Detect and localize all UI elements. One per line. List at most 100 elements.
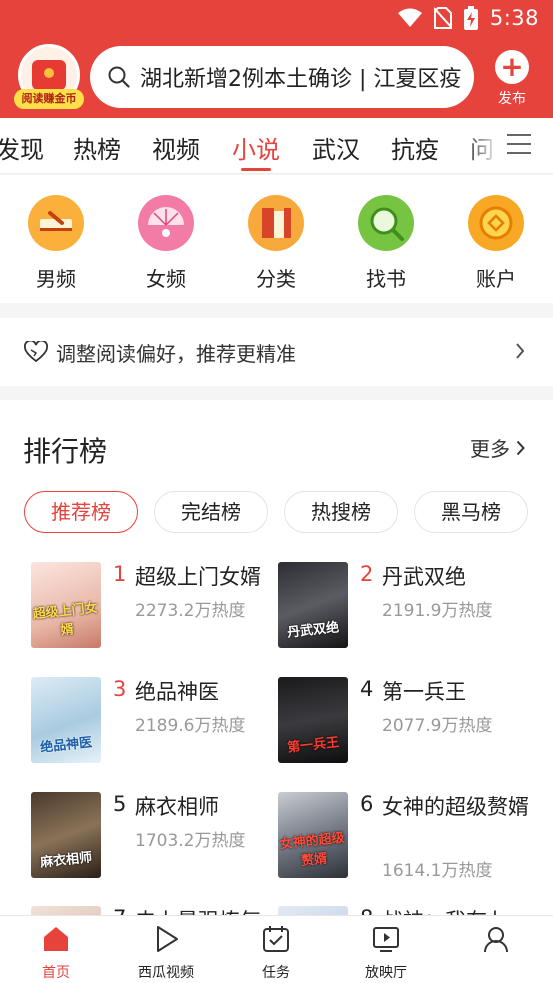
book-item[interactable]: 绝品神医 3 绝品神医 2189.6万热度 bbox=[31, 677, 281, 777]
book-cover: 丹武双绝 bbox=[278, 562, 348, 648]
rank-number: 3 bbox=[113, 677, 127, 701]
nav-label: 任务 bbox=[262, 965, 290, 981]
book-title: 丹武双绝 bbox=[382, 565, 466, 589]
female-channel-icon bbox=[138, 195, 194, 251]
book-item[interactable]: 超级上门女婿 1 超级上门女婿 2273.2万热度 bbox=[31, 562, 281, 662]
read-earn-coins-badge[interactable]: 阅读赚金币 bbox=[14, 44, 84, 110]
rank-number: 6 bbox=[360, 792, 374, 816]
book-heat: 1614.1万热度 bbox=[382, 861, 493, 881]
publish-label: 发布 bbox=[498, 91, 526, 107]
tab-discover[interactable]: 发现 bbox=[0, 130, 44, 165]
book-heat: 2191.9万热度 bbox=[382, 601, 493, 621]
book-item[interactable]: 女神的超级赘婿 6 女神的超级赘婿 1614.1万热度 bbox=[278, 792, 529, 902]
category-classify[interactable]: 分类 bbox=[246, 195, 306, 292]
book-cover: 超级上门女婿 bbox=[31, 562, 101, 648]
cover-title: 超级上门女婿 bbox=[32, 600, 99, 639]
rank-number: 5 bbox=[113, 792, 127, 816]
chevron-right-icon bbox=[516, 440, 525, 455]
nav-cinema[interactable]: 放映厅 bbox=[341, 924, 431, 982]
find-book-icon bbox=[358, 195, 414, 251]
channel-tabs: 发现 热榜 视频 小说 武汉 抗疫 问 bbox=[0, 118, 553, 174]
nav-profile[interactable] bbox=[451, 924, 541, 962]
tab-video[interactable]: 视频 bbox=[152, 130, 200, 165]
ranking-title: 排行榜 bbox=[23, 435, 108, 468]
book-title: 女神的超级赘婿 bbox=[382, 795, 529, 819]
novel-category-row: 男频 女频 分类 找书 账户 bbox=[0, 175, 553, 303]
more-label: 更多 bbox=[470, 437, 510, 461]
chevron-right-icon bbox=[516, 343, 525, 359]
pill-dark-horse[interactable]: 黑马榜 bbox=[414, 491, 528, 533]
ranking-more-link[interactable]: 更多 bbox=[470, 433, 525, 462]
pill-completed[interactable]: 完结榜 bbox=[154, 491, 268, 533]
nav-label: 放映厅 bbox=[365, 965, 407, 981]
cover-title: 绝品神医 bbox=[39, 735, 93, 756]
book-item[interactable]: 麻衣相师 5 麻衣相师 1703.2万热度 bbox=[31, 792, 281, 892]
active-tab-indicator bbox=[241, 168, 271, 171]
book-cover: 女神的超级赘婿 bbox=[278, 792, 348, 878]
publish-button[interactable]: + 发布 bbox=[488, 50, 536, 108]
coin-badge-label: 阅读赚金币 bbox=[14, 89, 84, 109]
book-title: 绝品神医 bbox=[135, 680, 219, 704]
pill-hot-search[interactable]: 热搜榜 bbox=[284, 491, 398, 533]
cover-title: 第一兵王 bbox=[286, 735, 340, 756]
nav-label: 西瓜视频 bbox=[138, 965, 194, 981]
rank-number: 1 bbox=[113, 562, 127, 586]
category-female[interactable]: 女频 bbox=[136, 195, 196, 292]
cover-title: 女神的超级赘婿 bbox=[279, 830, 346, 870]
profile-icon bbox=[484, 927, 508, 953]
nav-tasks[interactable]: 任务 bbox=[231, 924, 321, 982]
book-item[interactable]: 第一兵王 4 第一兵王 2077.9万热度 bbox=[278, 677, 528, 777]
tab-wuhan[interactable]: 武汉 bbox=[312, 130, 360, 165]
channel-menu-icon[interactable] bbox=[507, 134, 531, 154]
category-find-book[interactable]: 找书 bbox=[356, 195, 416, 292]
book-cover: 麻衣相师 bbox=[31, 792, 101, 878]
category-label: 找书 bbox=[366, 267, 406, 291]
nav-label: 首页 bbox=[42, 965, 70, 981]
category-account[interactable]: 账户 bbox=[466, 195, 526, 292]
book-item[interactable]: 丹武双绝 2 丹武双绝 2191.9万热度 bbox=[278, 562, 528, 662]
nav-home[interactable]: 首页 bbox=[11, 924, 101, 982]
category-label: 男频 bbox=[36, 267, 76, 291]
nav-xigua-video[interactable]: 西瓜视频 bbox=[121, 924, 211, 982]
rank-number: 2 bbox=[360, 562, 374, 586]
book-heat: 1703.2万热度 bbox=[135, 831, 246, 851]
search-bar[interactable]: 湖北新增2例本土确诊 | 江夏区疫 bbox=[90, 46, 474, 108]
category-label: 分类 bbox=[256, 267, 296, 291]
book-heat: 2189.6万热度 bbox=[135, 716, 246, 736]
book-title: 第一兵王 bbox=[382, 680, 466, 704]
task-calendar-icon bbox=[263, 926, 289, 952]
book-cover: 绝品神医 bbox=[31, 677, 101, 763]
reading-preference-banner[interactable]: 调整阅读偏好，推荐更精准 bbox=[0, 318, 553, 386]
category-male[interactable]: 男频 bbox=[26, 195, 86, 292]
book-title: 超级上门女婿 bbox=[135, 565, 261, 589]
status-bar: 5:38 bbox=[0, 0, 553, 38]
book-title: 麻衣相师 bbox=[135, 795, 219, 819]
battery-charging-icon bbox=[463, 6, 478, 30]
reading-preference-text: 调整阅读偏好，推荐更精准 bbox=[56, 341, 296, 366]
status-time: 5:38 bbox=[489, 6, 539, 30]
cover-title: 丹武双绝 bbox=[286, 620, 340, 641]
search-icon bbox=[108, 66, 130, 88]
play-icon bbox=[157, 926, 178, 952]
book-cover: 第一兵王 bbox=[278, 677, 348, 763]
book-heat: 2077.9万热度 bbox=[382, 716, 493, 736]
pill-recommend[interactable]: 推荐榜 bbox=[24, 491, 138, 533]
book-heat: 2273.2万热度 bbox=[135, 601, 246, 621]
plus-icon: + bbox=[495, 50, 529, 84]
account-coin-icon bbox=[468, 195, 524, 251]
rank-number: 4 bbox=[360, 677, 374, 701]
ranking-section: 排行榜 更多 推荐榜 完结榜 热搜榜 黑马榜 超级上门女婿 1 超级上门女婿 2… bbox=[0, 400, 553, 983]
tab-hot-list[interactable]: 热榜 bbox=[73, 130, 121, 165]
app-header: 5:38 阅读赚金币 湖北新增2例本土确诊 | 江夏区疫 + 发布 bbox=[0, 0, 553, 118]
cover-title: 麻衣相师 bbox=[39, 850, 93, 871]
category-books-icon bbox=[248, 195, 304, 251]
category-label: 账户 bbox=[476, 267, 516, 291]
no-sim-icon bbox=[433, 7, 452, 29]
bottom-navigation: 首页 西瓜视频 任务 放映厅 bbox=[0, 915, 553, 983]
tab-fight-epidemic[interactable]: 抗疫 bbox=[391, 130, 439, 165]
wifi-icon bbox=[397, 8, 422, 27]
male-channel-icon bbox=[28, 195, 84, 251]
tab-novel[interactable]: 小说 bbox=[232, 130, 280, 165]
category-label: 女频 bbox=[146, 267, 186, 291]
search-hot-query: 湖北新增2例本土确诊 | 江夏区疫 bbox=[140, 67, 462, 92]
